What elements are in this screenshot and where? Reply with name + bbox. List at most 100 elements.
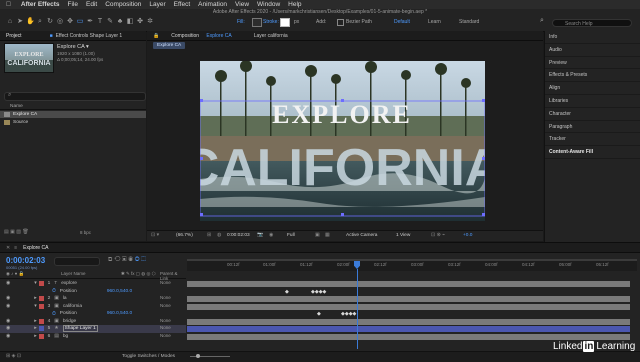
- layer-row[interactable]: ◉ ▾ 3 ▣ california: [0, 303, 186, 311]
- menu-window[interactable]: Window: [257, 1, 280, 8]
- project-item-explore-ca[interactable]: Explore CA: [0, 111, 146, 118]
- roto-brush-tool-icon[interactable]: ✤: [136, 18, 144, 26]
- property-row[interactable]: ⏱ Position 960.0,540.0: [0, 310, 186, 318]
- workspace-learn[interactable]: Learn: [428, 19, 441, 25]
- toggle-switches-modes[interactable]: Toggle Switches / Modes: [122, 354, 175, 359]
- keyframe-icon[interactable]: ◆◆◆◆: [341, 311, 356, 317]
- layer-track-bar[interactable]: [187, 333, 630, 340]
- bpc-label[interactable]: 8 bpc: [80, 230, 91, 235]
- time-ruler[interactable]: 00:12f 01:00f 01:12f 02:00f 02:12f 03:00…: [187, 259, 637, 271]
- pan-behind-tool-icon[interactable]: ✥: [66, 18, 74, 26]
- label-color-swatch[interactable]: [38, 326, 44, 332]
- menu-layer[interactable]: Layer: [149, 1, 165, 8]
- keyframe-icon[interactable]: ◆: [285, 289, 289, 295]
- comp-breadcrumb[interactable]: Explore CA: [153, 42, 186, 49]
- viewer-timecode[interactable]: 0:00:02:03: [227, 233, 250, 238]
- expand-triangle-icon[interactable]: ▸: [34, 296, 36, 301]
- project-search-input[interactable]: ⌕: [4, 92, 146, 101]
- panel-effects-presets[interactable]: Effects & Presets: [545, 69, 640, 83]
- panel-preview[interactable]: Preview: [545, 57, 640, 70]
- timeline-timecode[interactable]: 0:00:02:03: [6, 256, 45, 265]
- expand-triangle-icon[interactable]: ▸: [34, 334, 36, 339]
- rotate-tool-icon[interactable]: ↻: [46, 18, 54, 26]
- parent-select[interactable]: None: [160, 318, 171, 323]
- viewer-footer-icons[interactable]: ⊡ ▾: [151, 232, 159, 238]
- lock-icon[interactable]: 🔒: [153, 33, 159, 39]
- eraser-tool-icon[interactable]: ◧: [126, 18, 134, 26]
- parent-select[interactable]: None: [160, 295, 171, 300]
- home-icon[interactable]: ⌂: [6, 18, 14, 26]
- panel-tracker[interactable]: Tracker: [545, 133, 640, 147]
- expand-triangle-icon[interactable]: ▸: [34, 319, 36, 324]
- visibility-icon[interactable]: ◉: [6, 296, 10, 301]
- search-help-input[interactable]: Search Help: [552, 19, 632, 27]
- panel-align[interactable]: Align: [545, 82, 640, 95]
- channel-icon[interactable]: ◉: [269, 232, 273, 238]
- keyframe-icon[interactable]: ◆◆◆◆: [311, 289, 326, 295]
- label-color-swatch[interactable]: [38, 333, 44, 339]
- resolution-select[interactable]: Full: [287, 233, 295, 238]
- grid-icon[interactable]: ⊞: [207, 232, 211, 238]
- layer-row[interactable]: ◉ ▸ 2 ▣ la: [0, 295, 186, 303]
- footer-icons[interactable]: ⊞ ◈ ⊡: [6, 353, 21, 359]
- parent-select[interactable]: None: [160, 303, 171, 308]
- project-column-name[interactable]: Name: [0, 103, 146, 110]
- label-color-swatch[interactable]: [38, 303, 44, 309]
- property-value[interactable]: 960.0,540.0: [107, 289, 132, 294]
- comp-viewer[interactable]: EXPLORE CALIFORNIA: [200, 61, 485, 221]
- zoom-slider-thumb[interactable]: [196, 354, 200, 358]
- tab-layer[interactable]: Layer california: [254, 33, 288, 39]
- visibility-icon[interactable]: ◉: [6, 326, 10, 331]
- camera-tool-icon[interactable]: ◎: [56, 18, 64, 26]
- puppet-tool-icon[interactable]: ✲: [146, 18, 154, 26]
- parent-select[interactable]: None: [160, 280, 171, 285]
- expand-triangle-icon[interactable]: ▾: [34, 304, 36, 309]
- layer-track-bar-selected[interactable]: [187, 326, 630, 332]
- layer-name[interactable]: Shape Layer 1: [62, 325, 98, 333]
- visibility-icon[interactable]: ◉: [6, 319, 10, 324]
- col-layer-name[interactable]: Layer Name: [61, 271, 86, 276]
- panel-content-aware-fill[interactable]: Content-Aware Fill: [545, 146, 640, 159]
- layer-name[interactable]: explore: [61, 281, 77, 286]
- viewer-options-icons[interactable]: ⊡ ⊗ ⌁: [431, 232, 445, 238]
- project-footer-icons[interactable]: ▤ ▣ ▨ 🗑: [4, 229, 29, 235]
- transparency-grid-icon[interactable]: ▦: [325, 232, 330, 238]
- apple-icon[interactable]: : [6, 1, 11, 8]
- workspace-standard[interactable]: Standard: [459, 19, 479, 25]
- camera-select[interactable]: Active Camera: [346, 233, 377, 238]
- layer-track-bar[interactable]: [187, 318, 630, 325]
- rectangle-tool-icon[interactable]: ▭: [76, 18, 84, 26]
- layer-row[interactable]: ◉ ▾ 1 T explore: [0, 280, 186, 288]
- workspace-default[interactable]: Default: [394, 19, 410, 25]
- parent-select[interactable]: None: [160, 333, 171, 338]
- views-select[interactable]: 1 View: [396, 233, 410, 238]
- menu-app[interactable]: After Effects: [21, 1, 60, 8]
- layer-row-selected[interactable]: ◉ ▸ 5 ★ Shape Layer 1: [0, 325, 186, 333]
- layer-track-bar[interactable]: [187, 303, 630, 310]
- menu-animation[interactable]: Animation: [198, 1, 227, 8]
- timeline-switch-icons[interactable]: ⧉ ⟲ ▣ ◉ ◎ ⬚: [108, 257, 146, 264]
- timeline-menu-icon[interactable]: ≡: [14, 245, 17, 251]
- project-item-source[interactable]: Source: [0, 119, 146, 126]
- panel-info[interactable]: Info: [545, 31, 640, 44]
- work-area-bar[interactable]: [187, 259, 637, 261]
- label-color-swatch[interactable]: [38, 296, 44, 302]
- add-label[interactable]: Add:: [316, 19, 326, 25]
- stroke-swatch[interactable]: [280, 18, 290, 27]
- panel-character[interactable]: Character: [545, 108, 640, 121]
- menu-edit[interactable]: Edit: [86, 1, 97, 8]
- mask-icon[interactable]: ◍: [217, 232, 221, 238]
- timeline-close-icon[interactable]: ✕: [6, 245, 10, 251]
- snapshot-icon[interactable]: 📷: [257, 232, 263, 238]
- stopwatch-icon[interactable]: ⏱: [52, 311, 56, 317]
- expand-triangle-icon[interactable]: ▸: [34, 326, 36, 331]
- layer-track-bar[interactable]: [187, 281, 630, 287]
- panel-paragraph[interactable]: Paragraph: [545, 121, 640, 134]
- label-color-swatch[interactable]: [38, 318, 44, 324]
- property-value[interactable]: 960.0,540.0: [107, 311, 132, 316]
- panel-audio[interactable]: Audio: [545, 44, 640, 57]
- parent-select[interactable]: None: [160, 325, 171, 330]
- search-icon[interactable]: ⌕: [540, 17, 544, 25]
- bezier-path-checkbox[interactable]: [337, 19, 344, 26]
- tab-project[interactable]: Project: [6, 33, 22, 39]
